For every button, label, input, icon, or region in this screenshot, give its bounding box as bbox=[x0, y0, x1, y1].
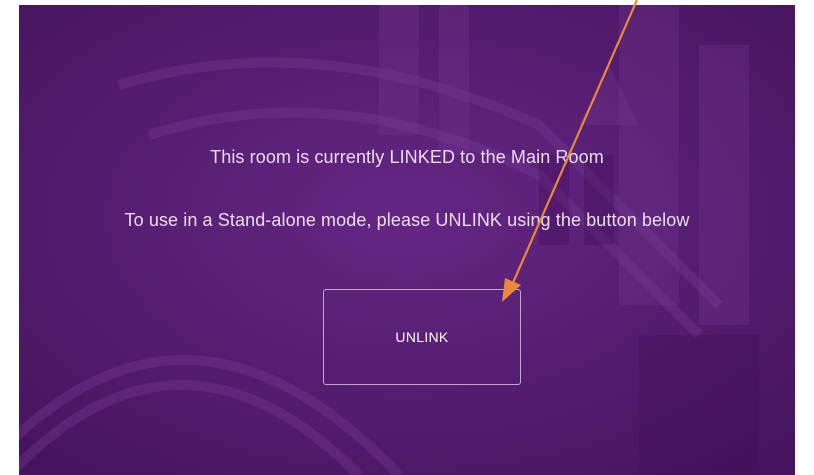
unlink-instructions-text: To use in a Stand-alone mode, please UNL… bbox=[124, 210, 690, 230]
linked-status-text: This room is currently LINKED to the Mai… bbox=[210, 147, 604, 167]
screenshot-stage: This room is currently LINKED to the Mai… bbox=[0, 0, 814, 475]
unlink-button[interactable]: UNLINK bbox=[323, 289, 521, 385]
room-control-panel: This room is currently LINKED to the Mai… bbox=[19, 5, 795, 475]
university-building-background bbox=[19, 5, 795, 475]
